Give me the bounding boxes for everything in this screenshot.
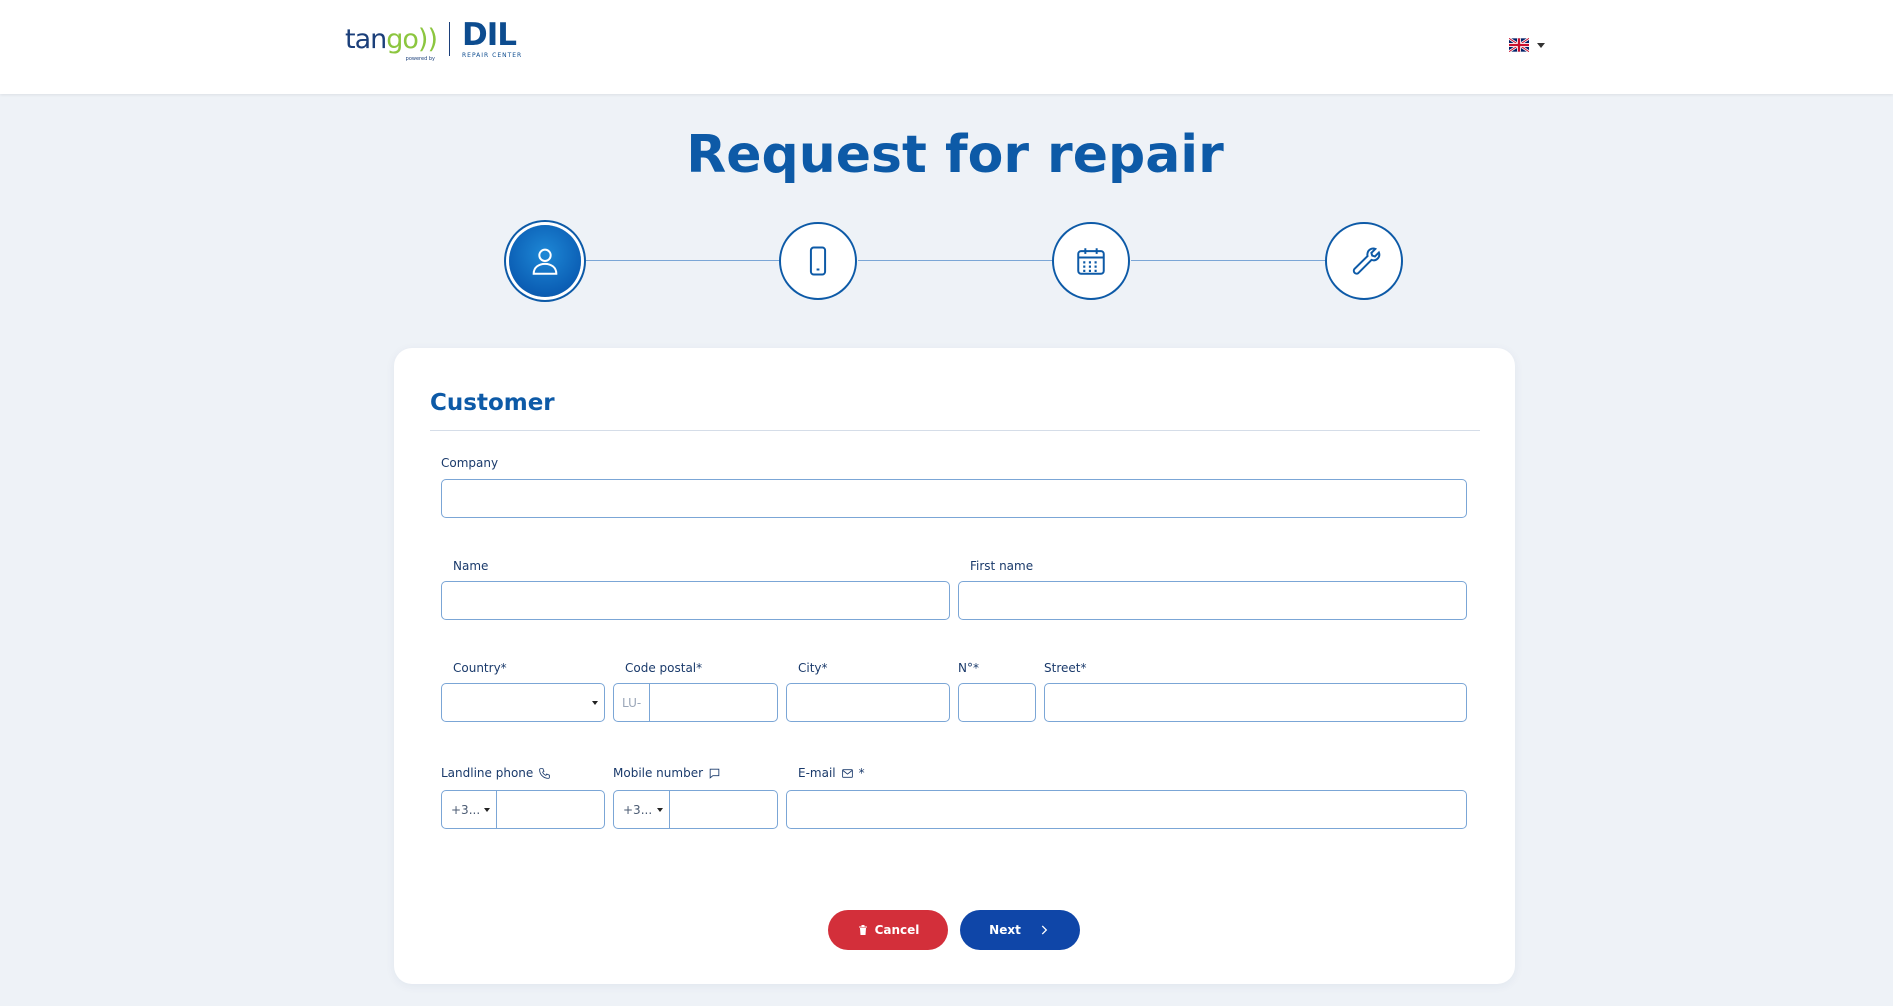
first-name-input[interactable]	[959, 582, 1466, 619]
chevron-down-icon	[592, 701, 598, 705]
name-input[interactable]	[442, 582, 949, 619]
company-label: Company	[441, 456, 499, 470]
email-label: E-mail *	[798, 766, 865, 780]
landline-dial-code-select[interactable]: +3...	[442, 791, 497, 828]
email-required-marker: *	[858, 766, 865, 780]
name-field[interactable]	[441, 581, 950, 620]
dil-logo-text: DIL	[461, 16, 517, 53]
email-field[interactable]	[786, 790, 1467, 829]
logo-divider	[448, 22, 450, 56]
phone-call-icon	[539, 767, 551, 779]
mobile-number-label-text: Mobile number	[613, 766, 704, 780]
uk-flag-icon	[1509, 38, 1529, 52]
customer-form-card: Customer	[394, 348, 1515, 984]
chevron-right-icon	[1041, 925, 1048, 935]
phone-icon	[809, 246, 827, 276]
country-select[interactable]	[441, 683, 605, 722]
postal-code-field[interactable]: LU-	[613, 683, 778, 722]
company-field[interactable]	[441, 479, 1467, 518]
tango-logo: tango)) powered by	[345, 23, 438, 62]
landline-dial-code: +3...	[451, 802, 481, 817]
first-name-field[interactable]	[958, 581, 1467, 620]
house-number-field[interactable]	[958, 683, 1036, 722]
street-label: Street*	[1044, 661, 1087, 675]
chevron-down-icon	[1537, 42, 1545, 48]
page-title: Request for repair	[686, 125, 1224, 185]
name-label: Name	[453, 559, 489, 573]
city-field[interactable]	[786, 683, 950, 722]
chevron-down-icon	[657, 808, 663, 812]
street-field[interactable]	[1044, 683, 1467, 722]
street-input[interactable]	[1045, 684, 1466, 721]
landline-phone-label-text: Landline phone	[441, 766, 534, 780]
wrench-icon	[1352, 247, 1381, 275]
cancel-button[interactable]: Cancel	[828, 910, 948, 950]
logo[interactable]: tango)) powered by DIL REPAIR CENTER	[345, 16, 523, 62]
tango-logo-accent: go))	[386, 23, 438, 55]
section-divider	[430, 430, 1480, 431]
company-input[interactable]	[442, 480, 1466, 517]
mobile-dial-code-select[interactable]: +3...	[614, 791, 670, 828]
mobile-number-field[interactable]: +3...	[613, 790, 778, 829]
city-label: City*	[798, 661, 828, 675]
step-customer[interactable]	[509, 225, 581, 297]
trash-icon	[858, 925, 867, 935]
calendar-icon	[1077, 248, 1105, 275]
stepper-connector	[1131, 260, 1327, 261]
landline-phone-field[interactable]: +3...	[441, 790, 605, 829]
country-label: Country*	[453, 661, 507, 675]
language-selector[interactable]	[1509, 38, 1545, 52]
house-number-label: N°*	[958, 661, 979, 675]
repair-center-text: REPAIR CENTER	[461, 51, 523, 59]
city-input[interactable]	[787, 684, 949, 721]
house-number-input[interactable]	[959, 684, 1035, 721]
top-bar: tango)) powered by DIL REPAIR CENTER	[0, 0, 1893, 94]
next-button-label: Next	[989, 923, 1021, 937]
email-input[interactable]	[787, 791, 1466, 828]
envelope-icon	[841, 768, 853, 778]
email-label-text: E-mail	[798, 766, 836, 780]
message-icon	[709, 768, 720, 779]
tango-logo-text: tan	[345, 23, 387, 55]
dil-logo: DIL REPAIR CENTER	[461, 16, 523, 59]
mobile-number-label: Mobile number	[613, 766, 721, 780]
next-button[interactable]: Next	[960, 910, 1080, 950]
step-appointment[interactable]	[1052, 222, 1130, 300]
stepper-connector	[584, 260, 780, 261]
first-name-label: First name	[970, 559, 1034, 573]
step-device[interactable]	[779, 222, 857, 300]
mobile-dial-code: +3...	[623, 802, 653, 817]
chevron-down-icon	[484, 808, 490, 812]
postal-prefix: LU-	[614, 684, 651, 721]
powered-by-text: powered by	[405, 55, 435, 62]
postal-code-label: Code postal*	[625, 661, 703, 675]
section-title: Customer	[430, 390, 555, 416]
user-icon	[532, 248, 558, 275]
step-repair[interactable]	[1325, 222, 1403, 300]
stepper-connector	[858, 260, 1054, 261]
landline-phone-label: Landline phone	[441, 766, 551, 780]
cancel-button-label: Cancel	[874, 923, 920, 937]
